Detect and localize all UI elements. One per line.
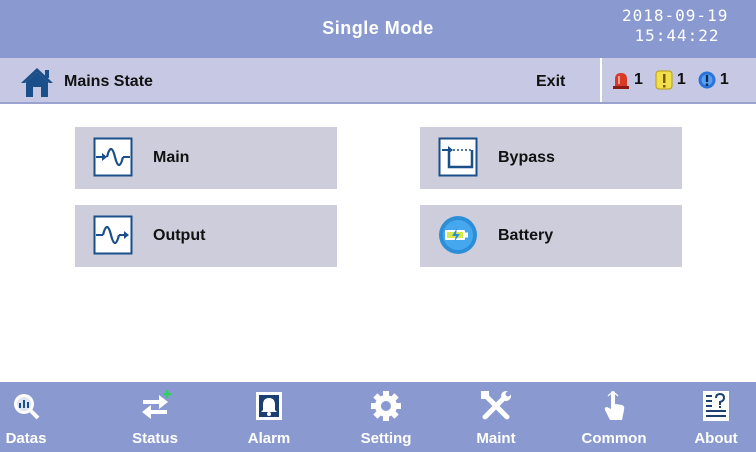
- alarm-count-critical: 1: [634, 71, 643, 88]
- bypass-tile-label: Bypass: [498, 149, 555, 166]
- sub-header: Mains State Exit 1 1 1: [0, 58, 756, 104]
- nav-setting[interactable]: Setting: [338, 382, 434, 452]
- output-tile-label: Output: [153, 227, 206, 244]
- bypass-icon: [438, 137, 478, 177]
- title-bar: Single Mode 2018-09-19 15:44:22: [0, 0, 756, 58]
- magnifier-icon: [14, 394, 40, 420]
- info-icon: [698, 71, 716, 89]
- clock-time: 15:44:22: [634, 26, 720, 45]
- nav-about-label: About: [694, 430, 738, 447]
- alarm-counter-info[interactable]: 1: [698, 70, 729, 90]
- main-tile[interactable]: Main: [75, 127, 337, 189]
- nav-datas[interactable]: Datas: [0, 382, 74, 452]
- tools-icon: [481, 391, 511, 420]
- nav-common-label: Common: [581, 430, 647, 447]
- alarm-counter-warning[interactable]: 1: [655, 70, 686, 90]
- bell-icon: [256, 392, 282, 420]
- battery-icon: [439, 216, 477, 254]
- battery-tile-label: Battery: [498, 227, 554, 244]
- nav-alarm[interactable]: Alarm: [221, 382, 317, 452]
- warning-icon: [655, 70, 673, 90]
- clock-date: 2018-09-19: [622, 6, 729, 25]
- waveform-input-icon: [93, 137, 133, 177]
- alarm-count-warning: 1: [676, 71, 686, 88]
- battery-tile[interactable]: Battery: [420, 205, 682, 267]
- nav-maint-label: Maint: [476, 430, 516, 447]
- nav-common[interactable]: Common: [566, 382, 662, 452]
- bottom-nav: Datas Status Alarm Setting Maint Common …: [0, 382, 756, 452]
- gear-icon: [371, 391, 401, 421]
- nav-alarm-label: Alarm: [247, 430, 291, 447]
- nav-setting-label: Setting: [360, 430, 412, 447]
- nav-maint[interactable]: Maint: [448, 382, 544, 452]
- nav-about[interactable]: About: [668, 382, 756, 452]
- transfer-arrows-icon: [142, 390, 171, 419]
- home-icon[interactable]: [20, 66, 54, 98]
- siren-icon: [613, 73, 629, 89]
- output-tile[interactable]: Output: [75, 205, 337, 267]
- pointer-hand-icon: [604, 391, 625, 420]
- nav-datas-label: Datas: [5, 430, 47, 447]
- exit-button[interactable]: Exit: [536, 73, 565, 91]
- page-title: Mains State: [64, 73, 153, 90]
- bypass-tile[interactable]: Bypass: [420, 127, 682, 189]
- divider: [600, 58, 602, 102]
- alarm-counter-critical[interactable]: 1: [612, 70, 643, 90]
- nav-status[interactable]: Status: [107, 382, 203, 452]
- alarm-counters: 1 1 1: [612, 70, 741, 90]
- clock: 2018-09-19 15:44:22: [622, 6, 732, 46]
- main-tile-label: Main: [153, 149, 190, 166]
- nav-status-label: Status: [132, 430, 178, 447]
- about-icon: [703, 391, 729, 421]
- alarm-count-info: 1: [719, 71, 729, 88]
- waveform-output-icon: [93, 215, 133, 255]
